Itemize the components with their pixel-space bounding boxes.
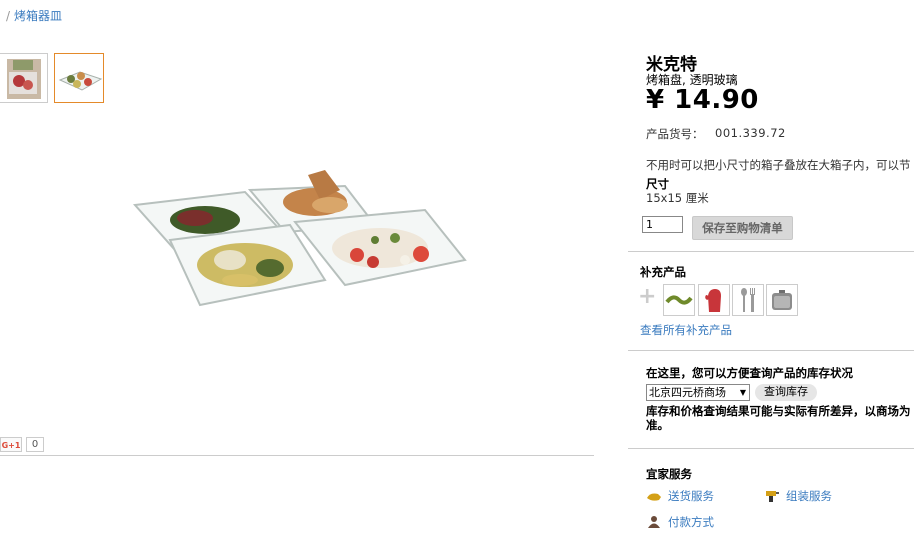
thumbnail-2[interactable] bbox=[54, 53, 104, 103]
red-oven-mitt-icon bbox=[705, 289, 721, 312]
stock-note: 库存和价格查询结果可能与实际有所差异，以商场为准。 bbox=[646, 404, 911, 432]
accessory-item-4[interactable] bbox=[766, 284, 798, 316]
stock-check-title: 在这里，您可以方便查询产品的库存状况 bbox=[646, 366, 853, 380]
silver-pot-icon bbox=[772, 290, 792, 310]
google-plus-count: 0 bbox=[26, 437, 44, 452]
payment-method-link[interactable]: 付款方式 bbox=[646, 514, 714, 530]
add-to-shopping-list-button[interactable]: 保存至购物清单 bbox=[692, 216, 793, 240]
delivery-service-label: 送货服务 bbox=[668, 489, 714, 503]
google-plus-button[interactable]: G+1 bbox=[0, 437, 22, 452]
divider bbox=[628, 350, 914, 351]
divider bbox=[628, 448, 914, 449]
assembly-service-label: 组装服务 bbox=[786, 489, 832, 503]
delivery-service-link[interactable]: 送货服务 bbox=[646, 488, 714, 504]
payment-icon bbox=[648, 516, 660, 528]
thumbnail-2-image bbox=[58, 71, 103, 91]
sku-label: 产品货号： bbox=[646, 127, 704, 141]
divider bbox=[0, 455, 594, 456]
chevron-down-icon: ▼ bbox=[739, 388, 746, 397]
thumbnail-1-image bbox=[7, 59, 41, 99]
accessory-item-3[interactable] bbox=[732, 284, 764, 316]
product-price: ¥ 14.90 bbox=[646, 85, 759, 115]
product-photo-dishes bbox=[132, 170, 467, 307]
thumbnail-1[interactable] bbox=[0, 53, 48, 103]
drill-icon bbox=[766, 491, 779, 502]
plus-icon: + bbox=[638, 284, 657, 309]
breadcrumb: / 烤箱器皿 bbox=[6, 7, 62, 24]
product-main-image[interactable] bbox=[125, 160, 475, 320]
green-clip-icon bbox=[665, 295, 693, 305]
check-stock-button[interactable]: 查询库存 bbox=[755, 384, 817, 401]
utensils-icon bbox=[741, 288, 755, 312]
payment-method-label: 付款方式 bbox=[668, 515, 714, 529]
accessory-item-1[interactable] bbox=[663, 284, 695, 316]
divider bbox=[628, 251, 914, 252]
store-select[interactable]: 北京四元桥商场 ▼ bbox=[646, 384, 750, 401]
accessory-item-2[interactable] bbox=[698, 284, 730, 316]
breadcrumb-separator: / bbox=[6, 9, 11, 23]
sku-value: 001.339.72 bbox=[715, 126, 786, 140]
quantity-input[interactable] bbox=[642, 216, 683, 233]
services-title: 宜家服务 bbox=[646, 467, 692, 481]
size-value: 15x15 厘米 bbox=[646, 191, 709, 205]
breadcrumb-current[interactable]: 烤箱器皿 bbox=[14, 9, 62, 23]
view-all-accessories-link[interactable]: 查看所有补充产品 bbox=[640, 322, 732, 338]
accessories-title: 补充产品 bbox=[640, 265, 686, 279]
truck-icon bbox=[647, 493, 661, 501]
product-description: 不用时可以把小尺寸的箱子叠放在大箱子内，可以节 bbox=[646, 158, 911, 172]
assembly-service-link[interactable]: 组装服务 bbox=[764, 488, 832, 504]
store-select-value: 北京四元桥商场 bbox=[649, 386, 726, 399]
